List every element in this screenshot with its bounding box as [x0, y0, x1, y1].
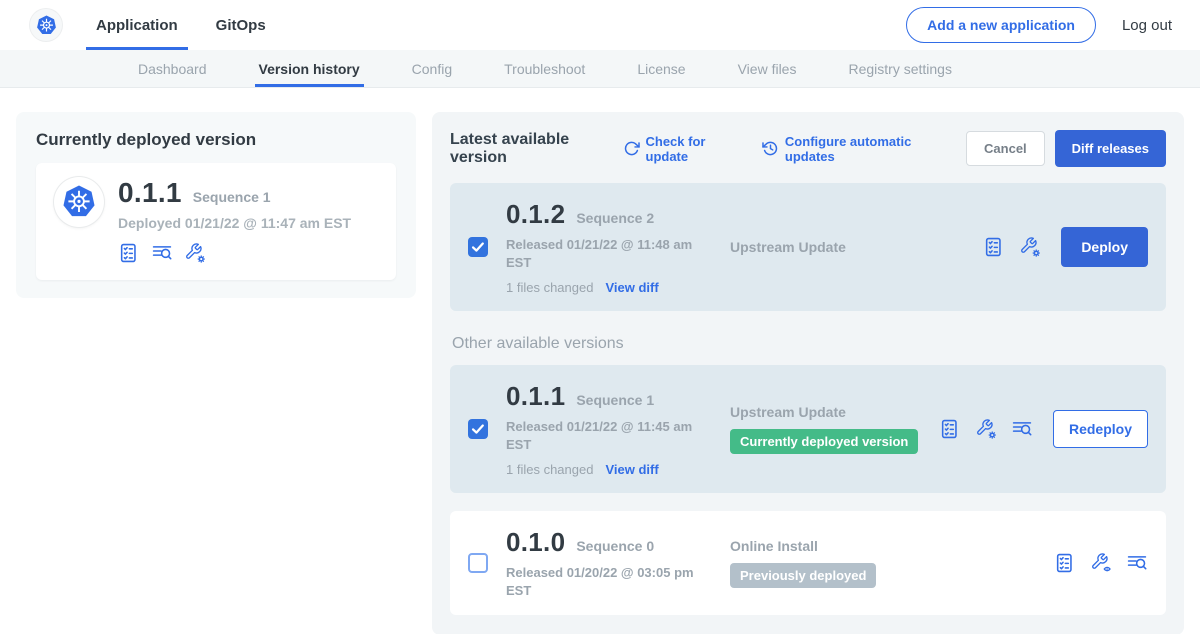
- redeploy-button[interactable]: Redeploy: [1053, 410, 1148, 448]
- deploy-logs-icon[interactable]: [1011, 418, 1033, 440]
- config-icon[interactable]: [1019, 236, 1041, 258]
- view-diff-link[interactable]: View diff: [605, 462, 658, 477]
- kubernetes-logo: [30, 9, 62, 41]
- deployed-version-number: 0.1.1: [118, 177, 182, 209]
- app-sub-nav: Dashboard Version history Config Trouble…: [0, 50, 1200, 88]
- latest-available-title: Latest available version: [450, 131, 609, 167]
- refresh-icon: [623, 140, 640, 157]
- release-notes-icon[interactable]: [983, 236, 1005, 258]
- add-application-button[interactable]: Add a new application: [906, 7, 1096, 43]
- version-source: Upstream Update: [730, 404, 939, 420]
- version-actions: Deploy: [983, 227, 1148, 267]
- logout-link[interactable]: Log out: [1122, 17, 1172, 34]
- release-notes-icon[interactable]: [1054, 552, 1076, 574]
- version-sequence: Sequence 1: [576, 392, 654, 408]
- version-number: 0.1.1: [506, 381, 565, 412]
- tab-dashboard[interactable]: Dashboard: [138, 50, 207, 87]
- tab-version-history[interactable]: Version history: [259, 50, 360, 87]
- view-diff-link[interactable]: View diff: [605, 280, 658, 295]
- files-changed-label: 1 files changed: [506, 462, 593, 477]
- deploy-logs-icon[interactable]: [1126, 552, 1148, 574]
- tab-application-label: Application: [96, 17, 178, 34]
- app-kubernetes-logo: [54, 177, 104, 227]
- deployed-sequence: Sequence 1: [193, 189, 271, 205]
- version-source-column: Online Install Previously deployed: [714, 538, 1054, 588]
- release-notes-icon[interactable]: [118, 242, 140, 264]
- release-notes-icon[interactable]: [939, 418, 961, 440]
- version-info: 0.1.0 Sequence 0 Released 01/20/22 @ 03:…: [506, 527, 714, 599]
- version-sequence: Sequence 0: [576, 538, 654, 554]
- deployed-version-details: 0.1.1 Sequence 1 Deployed 01/21/22 @ 11:…: [118, 177, 351, 264]
- version-source-column: Upstream Update Currently deployed versi…: [714, 404, 939, 454]
- panel-header: Latest available version Check for updat…: [450, 130, 1166, 167]
- other-versions-title: Other available versions: [452, 335, 1166, 353]
- config-icon[interactable]: [975, 418, 997, 440]
- version-info: 0.1.2 Sequence 2 Released 01/21/22 @ 11:…: [506, 199, 714, 295]
- version-source-column: Upstream Update: [714, 239, 983, 255]
- tab-application[interactable]: Application: [96, 0, 178, 50]
- deployed-column: Currently deployed version 0.1.1 Sequenc…: [16, 112, 416, 298]
- version-checkbox[interactable]: [468, 553, 488, 573]
- config-icon[interactable]: [184, 242, 206, 264]
- schedule-history-icon: [762, 140, 779, 157]
- version-source: Online Install: [730, 538, 1054, 554]
- version-row-0-1-0: 0.1.0 Sequence 0 Released 01/20/22 @ 03:…: [450, 511, 1166, 615]
- configure-automatic-updates-link[interactable]: Configure automatic updates: [762, 134, 940, 164]
- released-timestamp: Released 01/20/22 @ 03:05 pm EST: [506, 564, 696, 599]
- version-row-0-1-2: 0.1.2 Sequence 2 Released 01/21/22 @ 11:…: [450, 183, 1166, 311]
- deployed-timestamp: Deployed 01/21/22 @ 11:47 am EST: [118, 215, 351, 231]
- released-timestamp: Released 01/21/22 @ 11:45 am EST: [506, 418, 696, 453]
- view-config-icon[interactable]: [1090, 552, 1112, 574]
- tab-troubleshoot[interactable]: Troubleshoot: [504, 50, 585, 87]
- tab-config[interactable]: Config: [412, 50, 452, 87]
- check-for-update-label: Check for update: [646, 134, 736, 164]
- version-checkbox[interactable]: [468, 237, 488, 257]
- version-row-0-1-1: 0.1.1 Sequence 1 Released 01/21/22 @ 11:…: [450, 365, 1166, 493]
- version-actions: [1054, 552, 1148, 574]
- diff-releases-button[interactable]: Diff releases: [1055, 130, 1166, 167]
- cancel-button[interactable]: Cancel: [966, 131, 1045, 166]
- deployed-version-card: 0.1.1 Sequence 1 Deployed 01/21/22 @ 11:…: [36, 163, 396, 280]
- check-for-update-link[interactable]: Check for update: [623, 134, 736, 164]
- released-timestamp: Released 01/21/22 @ 11:48 am EST: [506, 236, 696, 271]
- main-content: Currently deployed version 0.1.1 Sequenc…: [0, 88, 1200, 634]
- version-number: 0.1.0: [506, 527, 565, 558]
- deploy-button[interactable]: Deploy: [1061, 227, 1148, 267]
- version-actions: Redeploy: [939, 410, 1148, 448]
- deploy-logs-icon[interactable]: [151, 242, 173, 264]
- deployed-card-title: Currently deployed version: [36, 130, 396, 150]
- tab-gitops-label: GitOps: [216, 17, 266, 34]
- version-number: 0.1.2: [506, 199, 565, 230]
- currently-deployed-badge: Currently deployed version: [730, 429, 918, 454]
- version-sequence: Sequence 2: [576, 210, 654, 226]
- tab-license[interactable]: License: [637, 50, 685, 87]
- top-nav: Application GitOps Add a new application…: [0, 0, 1200, 50]
- version-source: Upstream Update: [730, 239, 983, 255]
- files-changed-label: 1 files changed: [506, 280, 593, 295]
- available-versions-panel: Latest available version Check for updat…: [432, 112, 1184, 634]
- currently-deployed-card: Currently deployed version 0.1.1 Sequenc…: [16, 112, 416, 298]
- tab-view-files[interactable]: View files: [738, 50, 797, 87]
- version-checkbox[interactable]: [468, 419, 488, 439]
- configure-updates-label: Configure automatic updates: [785, 134, 940, 164]
- version-info: 0.1.1 Sequence 1 Released 01/21/22 @ 11:…: [506, 381, 714, 477]
- tab-gitops[interactable]: GitOps: [216, 0, 266, 50]
- previously-deployed-badge: Previously deployed: [730, 563, 876, 588]
- tab-registry-settings[interactable]: Registry settings: [848, 50, 951, 87]
